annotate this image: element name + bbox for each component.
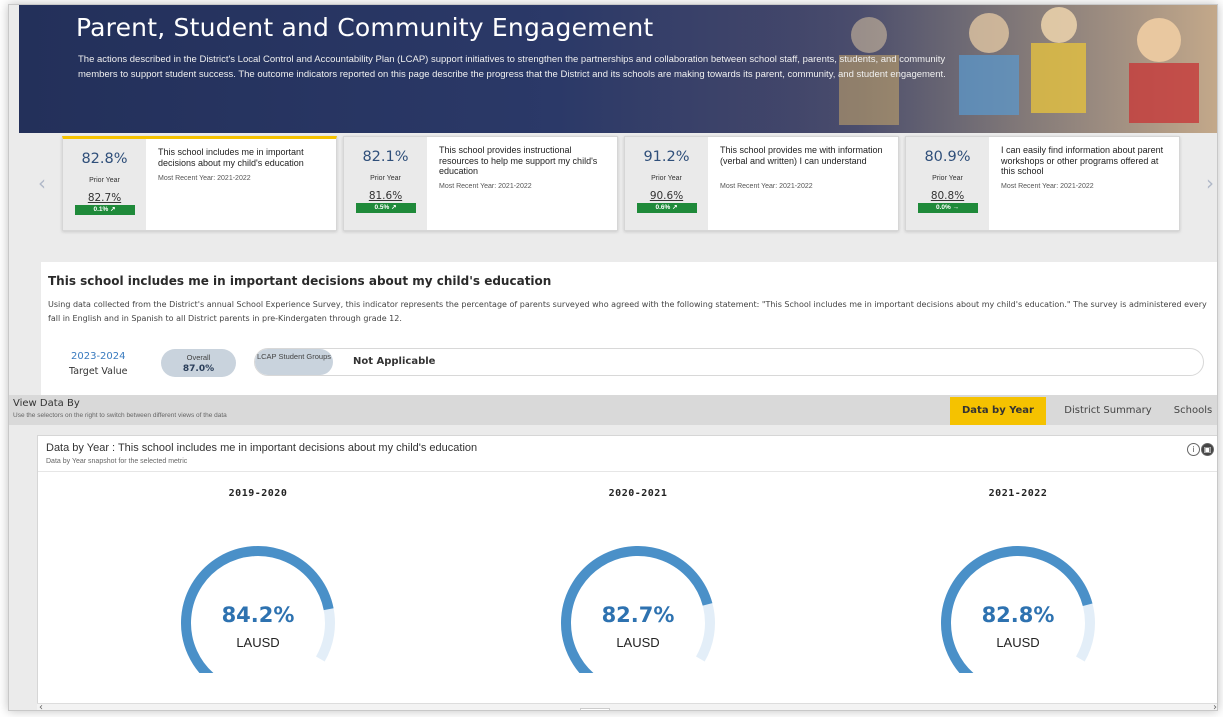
prior-year-value: 90.6% [649, 190, 684, 202]
indicator-card-stats: 91.2% Prior Year 90.6% 0.6% ↗ [625, 137, 708, 230]
most-recent-year: Most Recent Year: 2021-2022 [158, 175, 251, 182]
gauge-label: LAUSD [996, 635, 1040, 650]
gauge-value: 82.7% [601, 603, 675, 627]
scroll-up-icon[interactable]: ▲ [580, 708, 610, 710]
indicator-percent: 91.2% [643, 149, 690, 165]
target-value-row: 2023-2024 Target Value Overall 87.0% LCA… [41, 337, 1217, 395]
overall-value: 87.0% [182, 364, 215, 374]
gauge-year: 2021-2022 [988, 488, 1048, 499]
change-badge: 0.1% ↗ [74, 205, 135, 215]
change-badge: 0.0% → [917, 203, 978, 213]
gauge-2020-2021: 2020-2021 82.7% LAUSD [468, 488, 808, 708]
prior-year-label: Prior Year [89, 177, 120, 184]
most-recent-year: Most Recent Year: 2021-2022 [1001, 183, 1094, 190]
indicator-description: This school provides instructional resou… [439, 145, 598, 176]
student-groups-value: Not Applicable [353, 356, 436, 367]
gauge-year: 2020-2021 [608, 488, 668, 499]
gauge-value: 84.2% [221, 603, 295, 627]
indicator-card[interactable]: 91.2% Prior Year 90.6% 0.6% ↗ This schoo… [624, 136, 899, 231]
view-data-by-title: View Data By [13, 398, 80, 409]
indicator-carousel: ‹ 82.8% Prior Year 82.7% 0.1% ↗ This sch… [19, 133, 1217, 238]
most-recent-year: Most Recent Year: 2021-2022 [439, 183, 532, 190]
tab-schools[interactable]: Schools [1167, 397, 1217, 425]
print-icon[interactable]: ▣ [1201, 443, 1214, 456]
most-recent-year: Most Recent Year: 2021-2022 [720, 183, 813, 190]
target-year: 2023-2024 [71, 351, 126, 362]
indicator-card[interactable]: 82.1% Prior Year 81.6% 0.5% ↗ This schoo… [343, 136, 618, 231]
app-frame: Parent, Student and Community Engagement… [8, 4, 1218, 711]
panel-actions: i ▣ [1186, 442, 1214, 456]
indicator-detail-title: This school includes me in important dec… [48, 274, 552, 288]
prior-year-label: Prior Year [370, 175, 401, 182]
prior-year-value: 82.7% [87, 192, 122, 204]
prior-year-label: Prior Year [932, 175, 963, 182]
gauge-2019-2020: 2019-2020 84.2% LAUSD [88, 488, 428, 708]
indicator-detail-text: Using data collected from the District's… [48, 300, 1207, 323]
scroll-left-icon[interactable]: ‹ [39, 702, 43, 710]
tab-data-by-year[interactable]: Data by Year [950, 397, 1046, 425]
prior-year-label: Prior Year [651, 175, 682, 182]
indicator-card-stats: 82.1% Prior Year 81.6% 0.5% ↗ [344, 137, 427, 230]
indicator-detail: This school includes me in important dec… [41, 262, 1217, 337]
hero-banner: Parent, Student and Community Engagement… [19, 5, 1217, 133]
panel-subtitle: Data by Year snapshot for the selected m… [46, 458, 188, 465]
indicator-card-stats: 82.8% Prior Year 82.7% 0.1% ↗ [63, 139, 146, 230]
indicator-description: I can easily find information about pare… [1001, 145, 1164, 176]
data-by-year-panel: Data by Year : This school includes me i… [37, 435, 1217, 710]
gauge-2021-2022: 2021-2022 82.8% LAUSD [848, 488, 1188, 708]
gauge-label: LAUSD [236, 635, 280, 650]
chevron-left-icon[interactable]: ‹ [33, 168, 51, 198]
target-label: Target Value [69, 366, 128, 377]
view-data-by-subtitle: Use the selectors on the right to switch… [13, 412, 227, 419]
view-data-by-bar: View Data By Use the selectors on the ri… [9, 395, 1217, 425]
indicator-percent: 82.1% [362, 149, 409, 165]
prior-year-value: 80.8% [930, 190, 965, 202]
indicator-percent: 82.8% [81, 151, 128, 167]
scroll-right-icon[interactable]: › [1213, 702, 1217, 710]
student-groups-bar: LCAP Student Groups Not Applicable [254, 348, 1204, 376]
indicator-card[interactable]: 80.9% Prior Year 80.8% 0.0% → I can easi… [905, 136, 1180, 231]
indicator-card[interactable]: 82.8% Prior Year 82.7% 0.1% ↗ This schoo… [62, 136, 337, 231]
indicator-percent: 80.9% [924, 149, 971, 165]
page-title: Parent, Student and Community Engagement [76, 13, 654, 42]
indicator-card-stats: 80.9% Prior Year 80.8% 0.0% → [906, 137, 989, 230]
gauge-year: 2019-2020 [228, 488, 288, 499]
horizontal-scrollbar[interactable]: ‹ ▲ › [37, 702, 1217, 710]
change-badge: 0.5% ↗ [355, 203, 416, 213]
prior-year-value: 81.6% [368, 190, 403, 202]
tab-district-summary[interactable]: District Summary [1054, 397, 1162, 425]
chevron-right-icon[interactable]: › [1201, 168, 1217, 198]
indicator-description: This school provides me with information… [720, 145, 883, 166]
indicator-description: This school includes me in important dec… [158, 147, 304, 168]
hero-description: The actions described in the District's … [78, 54, 946, 80]
panel-header: Data by Year : This school includes me i… [38, 436, 1217, 472]
change-badge: 0.6% ↗ [636, 203, 697, 213]
gauge-label: LAUSD [616, 635, 660, 650]
info-icon[interactable]: i [1187, 443, 1200, 456]
student-groups-label: LCAP Student Groups [255, 349, 333, 375]
gauge-value: 82.8% [981, 603, 1055, 627]
overall-label: Overall [186, 353, 211, 362]
overall-target-pill: Overall 87.0% [161, 349, 236, 377]
panel-title: Data by Year : This school includes me i… [46, 442, 478, 454]
